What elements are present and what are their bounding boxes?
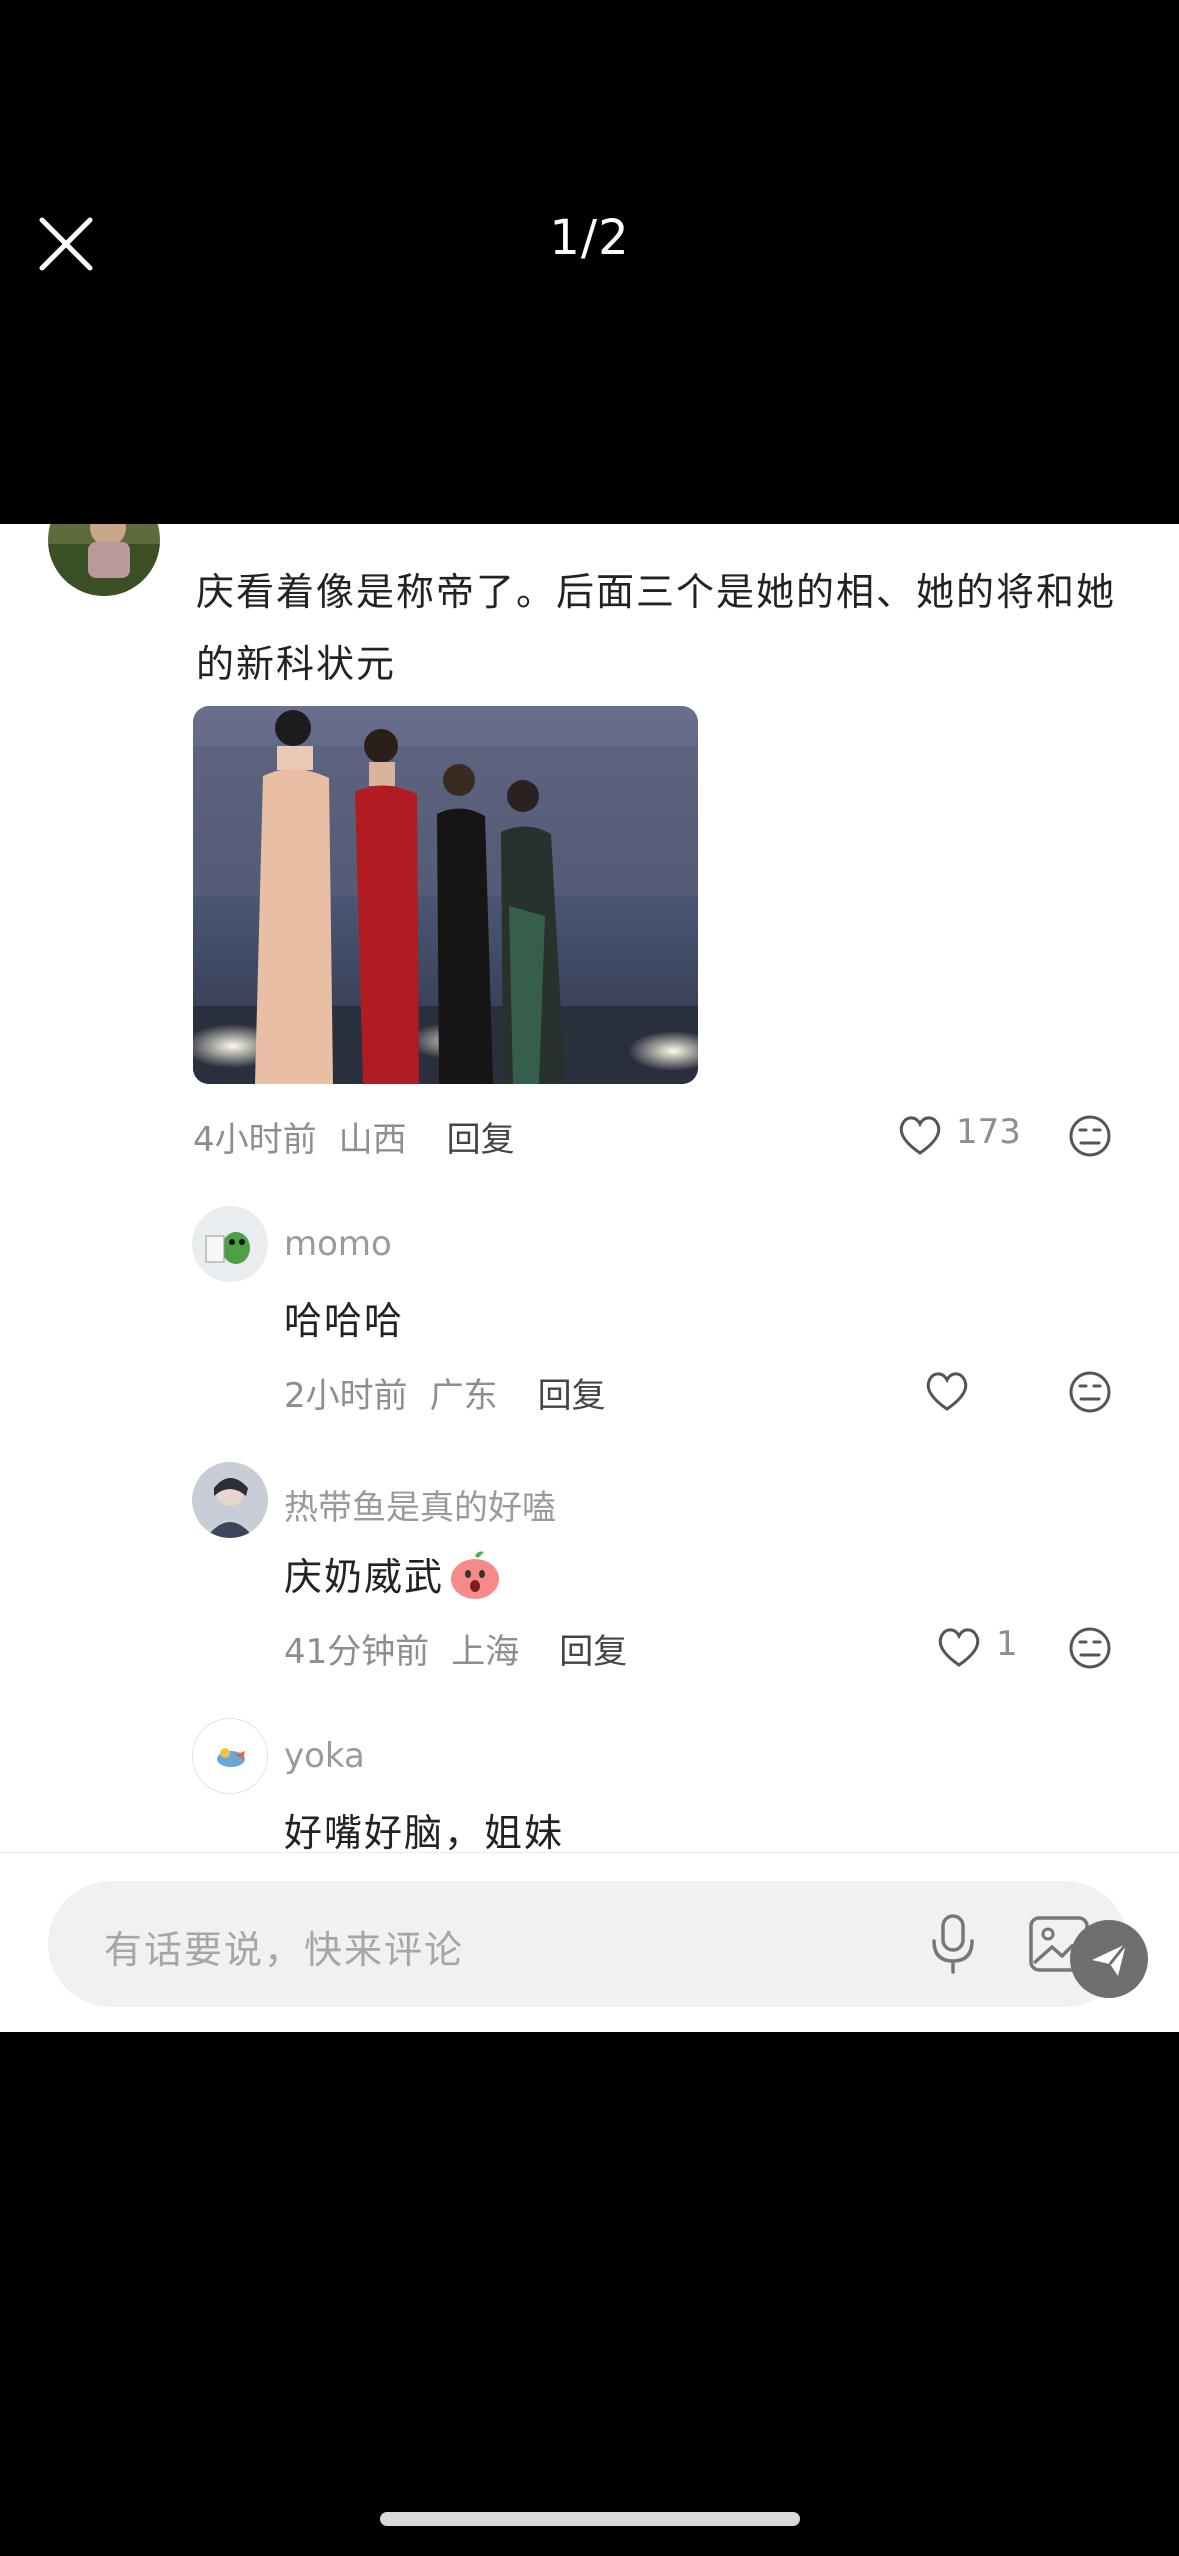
reply-text-content: 庆奶威武 <box>284 1555 445 1599</box>
reply-meta: 41分钟前 上海 回复 <box>284 1624 627 1673</box>
reply-username[interactable]: 热带鱼是真的好嗑 <box>284 1480 556 1529</box>
reply-time: 41分钟前 <box>284 1632 430 1672</box>
home-indicator[interactable] <box>380 2512 800 2526</box>
emoji-face-icon[interactable] <box>1068 1370 1112 1418</box>
heart-outline-icon[interactable] <box>936 1626 982 1672</box>
reply-meta: 2小时前 广东 回复 <box>284 1368 606 1417</box>
emoji-face-icon[interactable] <box>1068 1114 1112 1162</box>
reply-location: 广东 <box>429 1376 498 1416</box>
send-icon[interactable] <box>1070 1920 1148 1998</box>
reply-text: 好嘴好脑，姐妹 <box>284 1811 565 1855</box>
like-count: 1 <box>996 1624 1018 1664</box>
comment-text: 庆看着像是称帝了。后面三个是她的相、她的将和她的新科状元 <box>196 570 1117 686</box>
viewer-header: 1/2 <box>0 0 1179 524</box>
comment-photo[interactable] <box>193 706 698 1084</box>
like-count: 173 <box>956 1112 1021 1152</box>
comment-location: 山西 <box>338 1120 407 1160</box>
page-counter: 1/2 <box>549 210 630 266</box>
username-cut-off <box>198 524 558 532</box>
avatar[interactable] <box>48 524 160 596</box>
comment-input-placeholder: 有话要说，快来评论 <box>104 1928 465 1972</box>
reply-text: 庆奶威武 <box>284 1546 502 1609</box>
reply-location: 上海 <box>451 1632 520 1672</box>
reply-button[interactable]: 回复 <box>447 1120 515 1160</box>
heart-outline-icon[interactable] <box>897 1114 943 1160</box>
comments-panel[interactable]: 庆看着像是称帝了。后面三个是她的相、她的将和她的新科状元 4小时前 山西 回复 … <box>0 524 1179 2032</box>
comment-composer: 有话要说，快来评论 <box>0 1852 1179 2032</box>
comment-meta: 4小时前 山西 回复 <box>193 1112 515 1161</box>
surprised-peach-emoji <box>448 1550 502 1609</box>
avatar[interactable] <box>192 1462 268 1538</box>
comment-time: 4小时前 <box>193 1120 317 1160</box>
avatar[interactable] <box>192 1718 268 1794</box>
reply-button[interactable]: 回复 <box>559 1632 627 1672</box>
reply-username[interactable]: yoka <box>284 1736 365 1776</box>
reply-button[interactable]: 回复 <box>538 1376 606 1416</box>
avatar[interactable] <box>192 1206 268 1282</box>
microphone-icon[interactable] <box>928 1913 978 1979</box>
reply-username[interactable]: momo <box>284 1224 392 1264</box>
reply-time: 2小时前 <box>284 1376 408 1416</box>
heart-outline-icon[interactable] <box>924 1370 970 1416</box>
comment-input[interactable]: 有话要说，快来评论 <box>48 1881 1128 2007</box>
emoji-face-icon[interactable] <box>1068 1626 1112 1674</box>
reply-text: 哈哈哈 <box>284 1299 405 1343</box>
